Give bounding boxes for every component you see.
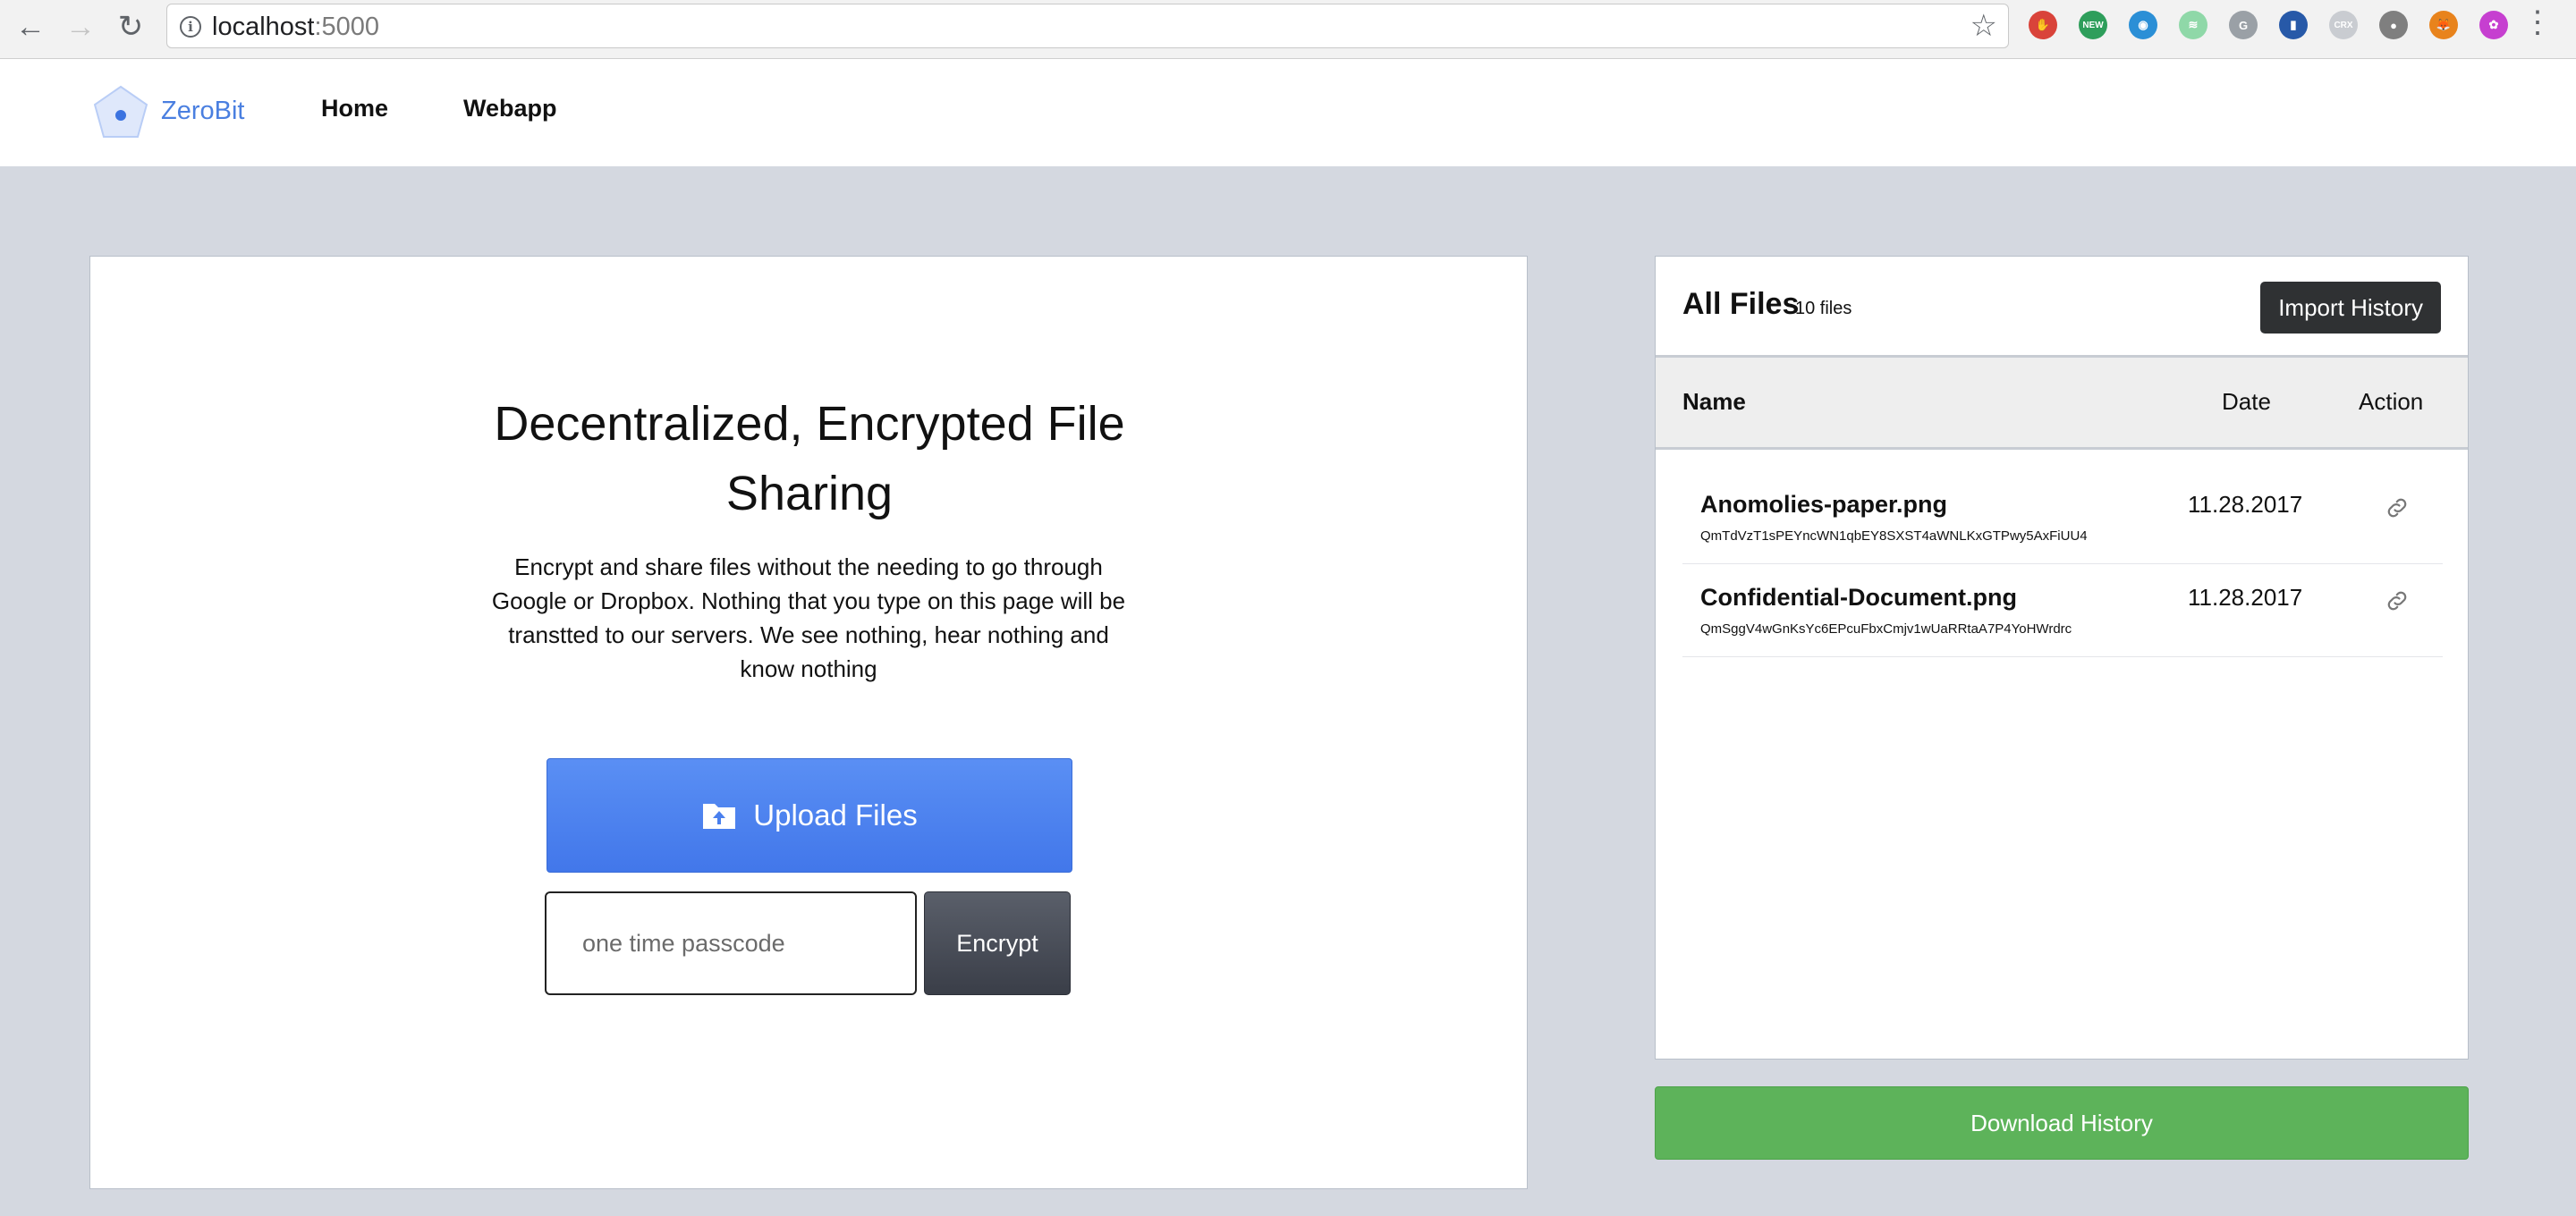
files-table-header: Name Date Action bbox=[1656, 355, 2468, 450]
encrypt-button[interactable]: Encrypt bbox=[924, 891, 1071, 995]
fox-extension-icon[interactable]: 🦊 bbox=[2429, 11, 2458, 39]
table-row[interactable]: Confidential-Document.png QmSggV4wGnKsYc… bbox=[1682, 564, 2443, 657]
eye-extension-icon[interactable]: ◉ bbox=[2129, 11, 2157, 39]
column-header-name[interactable]: Name bbox=[1682, 388, 1746, 416]
file-date: 11.28.2017 bbox=[2188, 491, 2303, 518]
color-wheel-extension-icon[interactable]: ✿ bbox=[2479, 11, 2508, 39]
files-count: 10 files bbox=[1795, 299, 1852, 318]
nav-home[interactable]: Home bbox=[321, 95, 388, 122]
zerobit-logo-icon[interactable] bbox=[89, 81, 152, 144]
upload-files-label: Upload Files bbox=[753, 798, 918, 832]
address-bar[interactable]: i localhost:5000 ☆ bbox=[166, 4, 2009, 48]
import-history-button[interactable]: Import History bbox=[2260, 282, 2441, 334]
crx-extension-icon[interactable]: CRX bbox=[2329, 11, 2358, 39]
new-badge-extension-icon[interactable]: NEW bbox=[2079, 11, 2107, 39]
folder-upload-icon bbox=[703, 804, 736, 829]
kebab-menu-icon[interactable]: ⋮ bbox=[2522, 7, 2553, 38]
app-header: ZeroBit Home Webapp bbox=[0, 59, 2576, 166]
upload-files-button[interactable]: Upload Files bbox=[547, 758, 1072, 873]
url-text[interactable]: localhost:5000 bbox=[212, 13, 379, 42]
file-hash: QmSggV4wGnKsYc6EPcuFbxCmjv1wUaRRtaA7P4Yo… bbox=[1700, 621, 2072, 637]
back-arrow-icon[interactable]: ← bbox=[13, 9, 48, 45]
info-icon[interactable]: i bbox=[180, 16, 201, 38]
page-title: Decentralized, Encrypted File Sharing bbox=[494, 397, 1125, 520]
column-header-date[interactable]: Date bbox=[2222, 388, 2271, 416]
link-icon[interactable] bbox=[2384, 494, 2411, 521]
tomato-extension-icon[interactable]: ● bbox=[2379, 11, 2408, 39]
files-table-body: Anomolies-paper.png QmTdVzT1sPEYncWN1qbE… bbox=[1682, 471, 2443, 657]
passcode-input[interactable] bbox=[545, 891, 917, 995]
nav-webapp[interactable]: Webapp bbox=[463, 95, 557, 122]
star-icon[interactable]: ☆ bbox=[1970, 8, 1997, 44]
browser-toolbar: ← → ↻ i localhost:5000 ☆ ✋ NEW ◉ ≋ G ▮ CRX ● 🦊 ✿ … bbox=[0, 0, 2576, 59]
files-title: All Files bbox=[1682, 287, 1800, 321]
brand-name[interactable]: ZeroBit bbox=[161, 97, 244, 126]
forward-arrow-icon[interactable]: → bbox=[63, 9, 98, 45]
g-extension-icon[interactable]: G bbox=[2229, 11, 2258, 39]
audio-extension-icon[interactable]: ≋ bbox=[2179, 11, 2207, 39]
download-history-button[interactable]: Download History bbox=[1655, 1086, 2469, 1160]
column-header-action: Action bbox=[2359, 388, 2424, 415]
file-date: 11.28.2017 bbox=[2188, 584, 2303, 611]
file-hash: QmTdVzT1sPEYncWN1qbEY8SXST4aWNLKxGTPwy5A… bbox=[1700, 528, 2088, 544]
table-row[interactable]: Anomolies-paper.png QmTdVzT1sPEYncWN1qbE… bbox=[1682, 471, 2443, 564]
reload-icon[interactable]: ↻ bbox=[113, 9, 148, 45]
book-extension-icon[interactable]: ▮ bbox=[2279, 11, 2308, 39]
hero-description: Encrypt and share files without the need… bbox=[491, 553, 1126, 682]
file-name[interactable]: Confidential-Document.png bbox=[1700, 584, 2017, 612]
files-panel: All Files 10 files Import History Name D… bbox=[1655, 256, 2469, 1060]
adblock-extension-icon[interactable]: ✋ bbox=[2029, 11, 2057, 39]
file-name[interactable]: Anomolies-paper.png bbox=[1700, 491, 1947, 519]
encrypt-panel: Decentralized, Encrypted File Sharing En… bbox=[89, 256, 1528, 1189]
link-icon[interactable] bbox=[2384, 587, 2411, 614]
